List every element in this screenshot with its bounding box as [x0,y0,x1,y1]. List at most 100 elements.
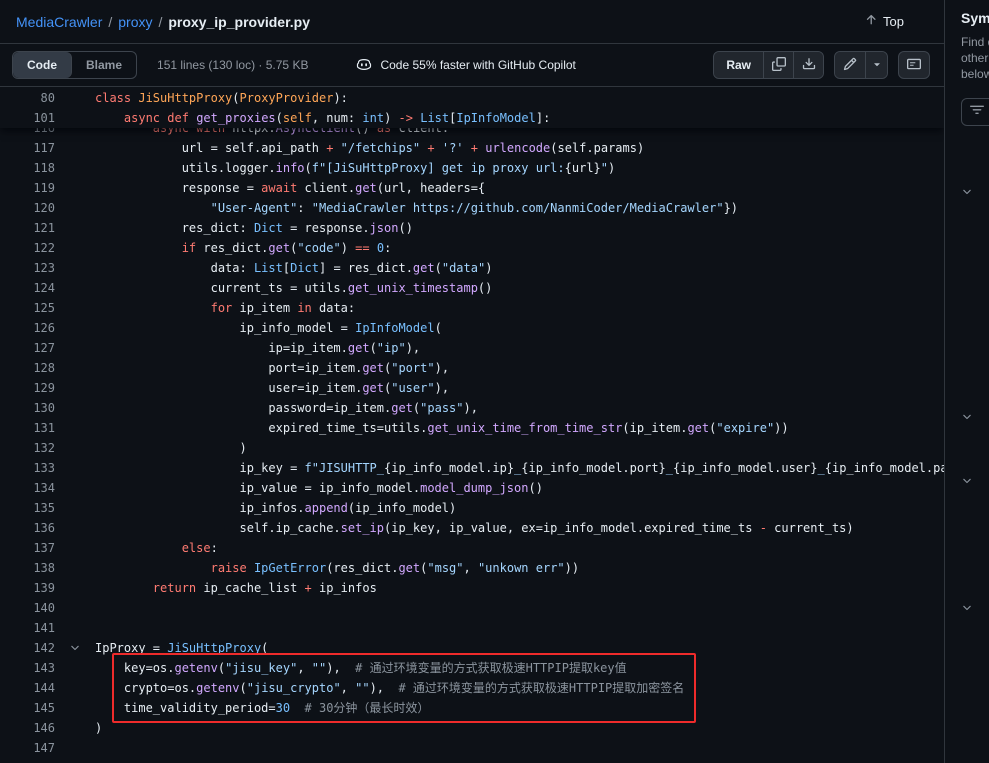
file-stats: 151 lines (130 loc) · 5.75 KB [157,58,308,72]
code-fold-chevron-icon[interactable] [55,638,95,658]
code-line: 128 port=ip_item.get("port"), [0,358,944,378]
code-fold-spacer [55,618,95,638]
line-number[interactable]: 137 [0,538,55,558]
line-number[interactable]: 124 [0,278,55,298]
code-line: 126 ip_info_model = IpInfoModel( [0,318,944,338]
line-number[interactable]: 125 [0,298,55,318]
line-number[interactable]: 117 [0,138,55,158]
line-number[interactable]: 120 [0,198,55,218]
chevron-down-icon [871,58,883,73]
code-line: 144 crypto=os.getenv("jisu_crypto", ""),… [0,678,944,698]
line-number[interactable]: 132 [0,438,55,458]
code-text: if res_dict.get("code") == 0: [95,238,944,258]
tab-blame[interactable]: Blame [72,52,136,78]
code-text: current_ts = utils.get_unix_timestamp() [95,278,944,298]
code-fold-spacer [55,458,95,478]
code-fold-spacer [55,88,95,108]
line-number[interactable]: 133 [0,458,55,478]
breadcrumb-dir-link[interactable]: proxy [118,14,152,30]
code-text: ip_value = ip_info_model.model_dump_json… [95,478,944,498]
code-fold-spacer [55,418,95,438]
code-text: port=ip_item.get("port"), [95,358,944,378]
raw-button[interactable]: Raw [714,52,763,78]
line-number[interactable]: 142 [0,638,55,658]
toolbar-right: Raw [713,51,930,79]
code-line: 127 ip=ip_item.get("ip"), [0,338,944,358]
line-number[interactable]: 129 [0,378,55,398]
arrow-up-icon [864,13,878,30]
filter-icon [970,103,984,122]
code-fold-spacer [55,218,95,238]
edit-dropdown-button[interactable] [865,52,887,78]
copy-button[interactable] [763,52,793,78]
code-text: async def get_proxies(self, num: int) ->… [95,108,944,128]
line-number[interactable]: 118 [0,158,55,178]
line-number[interactable]: 126 [0,318,55,338]
code-line: 142IpProxy = JiSuHttpProxy( [0,638,944,658]
code-text: ) [95,718,944,738]
code-text [95,618,944,638]
line-number[interactable]: 134 [0,478,55,498]
code-line: 80class JiSuHttpProxy(ProxyProvider): [0,88,944,108]
line-number[interactable]: 80 [0,88,55,108]
line-number[interactable]: 139 [0,578,55,598]
code-line: 134 ip_value = ip_info_model.model_dump_… [0,478,944,498]
download-button[interactable] [793,52,823,78]
code-text: ip_infos.append(ip_info_model) [95,498,944,518]
code-line: 143 key=os.getenv("jisu_key", ""), # 通过环… [0,658,944,678]
line-number[interactable]: 121 [0,218,55,238]
line-number[interactable]: 122 [0,238,55,258]
code-line: 123 data: List[Dict] = res_dict.get("dat… [0,258,944,278]
breadcrumb-path: MediaCrawler / proxy / proxy_ip_provider… [16,14,310,30]
symbol-group-chevron-icon[interactable] [961,602,973,614]
tab-code[interactable]: Code [13,52,72,78]
line-number[interactable]: 145 [0,698,55,718]
sticky-context-lines: 80class JiSuHttpProxy(ProxyProvider):101… [0,87,944,128]
edit-button[interactable] [835,52,865,78]
line-number[interactable]: 147 [0,738,55,758]
breadcrumb-repo-link[interactable]: MediaCrawler [16,14,102,30]
line-number[interactable]: 123 [0,258,55,278]
code-fold-spacer [55,498,95,518]
symbols-panel-title: Symbols [961,10,989,26]
line-number[interactable]: 135 [0,498,55,518]
code-text: return ip_cache_list + ip_infos [95,578,944,598]
symbols-panel-toggle-button[interactable] [898,51,930,79]
code-fold-spacer [55,438,95,458]
code-fold-spacer [55,258,95,278]
code-fold-spacer [55,358,95,378]
code-fold-spacer [55,178,95,198]
back-to-top-link[interactable]: Top [864,13,904,30]
symbol-group-chevron-icon[interactable] [961,475,973,487]
line-number[interactable]: 128 [0,358,55,378]
code-line: 147 [0,738,944,758]
symbol-group-chevron-icon[interactable] [961,186,973,198]
symbol-group-chevron-icon[interactable] [961,411,973,423]
code-fold-spacer [55,698,95,718]
code-fold-spacer [55,108,95,128]
line-number[interactable]: 101 [0,108,55,128]
code-text: crypto=os.getenv("jisu_crypto", ""), # 通… [95,678,944,698]
line-number[interactable]: 140 [0,598,55,618]
code-blame-toggle: Code Blame [12,51,137,79]
line-number[interactable]: 146 [0,718,55,738]
line-number[interactable]: 119 [0,178,55,198]
line-number[interactable]: 136 [0,518,55,538]
line-number[interactable]: 143 [0,658,55,678]
code-text: key=os.getenv("jisu_key", ""), # 通过环境变量的… [95,658,944,678]
code-line: 117 url = self.api_path + "/fetchips" + … [0,138,944,158]
code-fold-spacer [55,278,95,298]
line-number[interactable]: 131 [0,418,55,438]
code-fold-spacer [55,678,95,698]
code-fold-spacer [55,518,95,538]
code-text: ) [95,438,944,458]
copilot-banner[interactable]: Code 55% faster with GitHub Copilot [356,56,575,75]
code-line: 137 else: [0,538,944,558]
line-number[interactable]: 141 [0,618,55,638]
line-number[interactable]: 138 [0,558,55,578]
code-text: user=ip_item.get("user"), [95,378,944,398]
line-number[interactable]: 130 [0,398,55,418]
line-number[interactable]: 127 [0,338,55,358]
line-number[interactable]: 144 [0,678,55,698]
code-text: ip=ip_item.get("ip"), [95,338,944,358]
